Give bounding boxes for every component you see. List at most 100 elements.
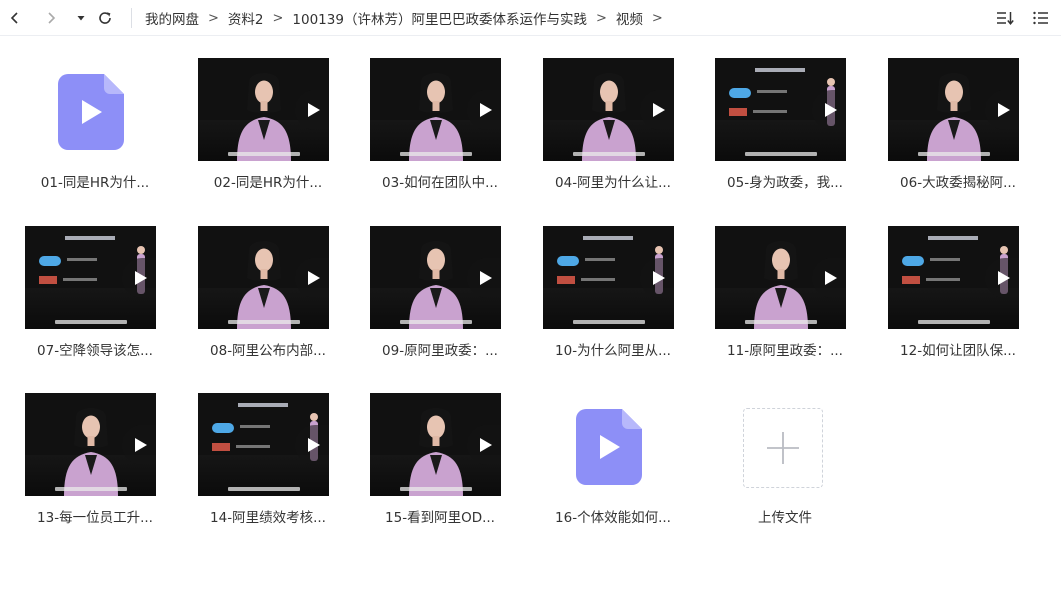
- video-thumbnail[interactable]: [715, 226, 846, 329]
- video-thumbnail[interactable]: [888, 58, 1019, 161]
- upload-file-item[interactable]: 上传文件: [705, 393, 867, 543]
- file-name: 14-阿里绩效考核...: [210, 510, 326, 526]
- play-badge[interactable]: [812, 257, 846, 298]
- toolbar-divider: [131, 8, 132, 28]
- play-icon: [998, 270, 1010, 285]
- file-item[interactable]: 07-空降领导该怎...: [15, 226, 177, 376]
- file-item[interactable]: 01-同是HR为什...: [15, 58, 177, 208]
- subtitle-strip: [745, 152, 817, 156]
- history-dropdown-button[interactable]: [70, 7, 92, 29]
- file-item[interactable]: 16-个体效能如何...: [533, 393, 695, 543]
- subtitle-strip: [228, 152, 300, 156]
- list-view-button[interactable]: [1030, 7, 1052, 29]
- play-badge[interactable]: [467, 424, 501, 465]
- file-item[interactable]: 10-为什么阿里从...: [533, 226, 695, 376]
- subtitle-strip: [228, 320, 300, 324]
- presenter-figure: [409, 241, 463, 329]
- file-item[interactable]: 06-大政委揭秘阿...: [878, 58, 1040, 208]
- file-item[interactable]: 08-阿里公布内部...: [188, 226, 350, 376]
- breadcrumb-separator: >: [272, 10, 284, 26]
- subtitle-strip: [400, 320, 472, 324]
- play-icon: [135, 437, 147, 452]
- file-item[interactable]: 02-同是HR为什...: [188, 58, 350, 208]
- video-thumbnail[interactable]: [715, 58, 846, 161]
- play-icon: [480, 102, 492, 117]
- breadcrumb-separator: >: [651, 10, 663, 26]
- play-badge[interactable]: [985, 89, 1019, 130]
- file-name: 11-原阿里政委：...: [727, 343, 843, 359]
- file-item[interactable]: 05-身为政委，我...: [705, 58, 867, 208]
- file-item[interactable]: 03-如何在团队中...: [360, 58, 522, 208]
- presenter-figure: [237, 241, 291, 329]
- file-name: 06-大政委揭秘阿...: [900, 175, 1016, 191]
- file-name: 03-如何在团队中...: [382, 175, 498, 191]
- file-item[interactable]: 14-阿里绩效考核...: [188, 393, 350, 543]
- file-name: 12-如何让团队保...: [900, 343, 1016, 359]
- file-item[interactable]: 04-阿里为什么让...: [533, 58, 695, 208]
- play-badge[interactable]: [640, 257, 674, 298]
- play-badge[interactable]: [985, 257, 1019, 298]
- file-name: 02-同是HR为什...: [213, 175, 323, 191]
- video-thumbnail[interactable]: [198, 393, 329, 496]
- play-badge[interactable]: [467, 89, 501, 130]
- breadcrumb: 我的网盘 > 资料2 > 100139（许林芳）阿里巴巴政委体系运作与实践 > …: [145, 0, 672, 36]
- chevron-left-icon: [10, 12, 18, 24]
- presenter-figure: [237, 73, 291, 161]
- forward-button[interactable]: [40, 7, 62, 29]
- breadcrumb-item[interactable]: 100139（许林芳）阿里巴巴政委体系运作与实践: [292, 8, 587, 28]
- refresh-button[interactable]: [94, 7, 116, 29]
- play-icon: [308, 437, 320, 452]
- subtitle-strip: [400, 152, 472, 156]
- breadcrumb-item[interactable]: 视频: [616, 8, 643, 28]
- video-thumbnail[interactable]: [25, 393, 156, 496]
- toolbar: 我的网盘 > 资料2 > 100139（许林芳）阿里巴巴政委体系运作与实践 > …: [0, 0, 1061, 36]
- breadcrumb-item[interactable]: 我的网盘: [145, 8, 199, 28]
- list-view-icon: [1033, 11, 1048, 25]
- sort-button[interactable]: [994, 7, 1016, 29]
- file-item[interactable]: 11-原阿里政委：...: [705, 226, 867, 376]
- file-item[interactable]: 12-如何让团队保...: [878, 226, 1040, 376]
- file-item[interactable]: 13-每一位员工升...: [15, 393, 177, 543]
- video-thumbnail[interactable]: [370, 58, 501, 161]
- file-name: 01-同是HR为什...: [40, 175, 150, 191]
- refresh-icon: [99, 12, 111, 24]
- subtitle-strip: [918, 152, 990, 156]
- play-badge[interactable]: [295, 257, 329, 298]
- subtitle-strip: [573, 320, 645, 324]
- video-file-icon: [576, 409, 642, 485]
- video-thumbnail[interactable]: [198, 226, 329, 329]
- file-name: 09-原阿里政委：...: [382, 343, 498, 359]
- play-icon: [825, 270, 837, 285]
- video-thumbnail[interactable]: [370, 393, 501, 496]
- play-icon: [308, 270, 320, 285]
- presenter-figure: [582, 73, 636, 161]
- play-badge[interactable]: [295, 89, 329, 130]
- back-button[interactable]: [4, 7, 26, 29]
- play-badge[interactable]: [122, 257, 156, 298]
- file-name: 10-为什么阿里从...: [555, 343, 671, 359]
- video-thumbnail[interactable]: [888, 226, 1019, 329]
- subtitle-strip: [55, 487, 127, 491]
- subtitle-strip: [918, 320, 990, 324]
- video-thumbnail[interactable]: [543, 226, 674, 329]
- play-badge[interactable]: [812, 89, 846, 130]
- breadcrumb-item[interactable]: 资料2: [228, 8, 264, 28]
- play-badge[interactable]: [122, 424, 156, 465]
- upload-box[interactable]: [743, 408, 823, 488]
- video-thumbnail[interactable]: [370, 226, 501, 329]
- file-item[interactable]: 15-看到阿里OD...: [360, 393, 522, 543]
- file-name: 15-看到阿里OD...: [385, 510, 495, 526]
- file-name: 08-阿里公布内部...: [210, 343, 326, 359]
- presenter-figure: [927, 73, 981, 161]
- video-thumbnail[interactable]: [25, 226, 156, 329]
- play-badge[interactable]: [640, 89, 674, 130]
- play-badge[interactable]: [467, 257, 501, 298]
- file-item[interactable]: 09-原阿里政委：...: [360, 226, 522, 376]
- upload-label: 上传文件: [758, 510, 812, 526]
- play-icon: [308, 102, 320, 117]
- play-badge[interactable]: [295, 424, 329, 465]
- video-thumbnail[interactable]: [543, 58, 674, 161]
- sort-icon: [997, 12, 1014, 25]
- video-thumbnail[interactable]: [198, 58, 329, 161]
- play-icon: [825, 102, 837, 117]
